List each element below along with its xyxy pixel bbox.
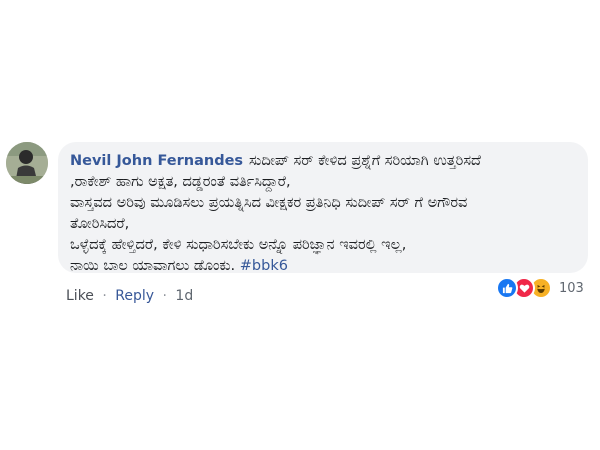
comment-text: ,ರಾಕೇಶ್ ಹಾಗು ಅಕ್ಷತ, ದಡ್ಡರಂತೆ ವರ್ತಿಸಿದ್ದಾ… bbox=[70, 174, 291, 190]
comment-text: ಒಳ್ಳೆದಕ್ಕೆ ಹೇಳ್ತಿದರೆ, ಕೇಳಿ ಸುಧಾರಿಸಬೇಕು ಅ… bbox=[70, 237, 407, 253]
hashtag-link[interactable]: #bbk6 bbox=[240, 258, 288, 274]
separator: · bbox=[162, 288, 167, 304]
comment-line: Nevil John Fernandes ಸುದೀಪ್ ಸರ್ ಕೇಳಿದ ಪ್ರ… bbox=[70, 151, 576, 172]
comment-line: ನಾಯಿ ಬಾಲ ಯಾವಾಗಲು ಡೊಂಕು. #bbk6 bbox=[70, 256, 576, 277]
profile-photo-icon bbox=[6, 142, 48, 184]
separator: · bbox=[102, 288, 107, 304]
comment-text: ವಾಸ್ತವದ ಅರಿವು ಮೂಡಿಸಲು ಪ್ರಯತ್ನಿಸಿದ ವೀಕ್ಷಕ… bbox=[70, 195, 468, 211]
comment-text: ನಾಯಿ ಬಾಲ ಯಾವಾಗಲು ಡೊಂಕು. bbox=[70, 258, 236, 274]
comment-text: ತೋರಿಸಿದರೆ, bbox=[70, 216, 130, 232]
timestamp[interactable]: 1d bbox=[175, 288, 193, 304]
comment-bubble: Nevil John Fernandes ಸುದೀಪ್ ಸರ್ ಕೇಳಿದ ಪ್ರ… bbox=[58, 142, 588, 274]
comment-actions: Like · Reply · 1d bbox=[66, 288, 193, 304]
author-name[interactable]: Nevil John Fernandes bbox=[70, 153, 243, 169]
reply-link[interactable]: Reply bbox=[115, 288, 154, 304]
comment-text: ಸುದೀಪ್ ಸರ್ ಕೇಳಿದ ಪ್ರಶ್ನೆಗೆ ಸರಿಯಾಗಿ ಉತ್ತರ… bbox=[249, 153, 481, 169]
reaction-summary[interactable]: 103 bbox=[496, 277, 584, 299]
reaction-count: 103 bbox=[559, 280, 584, 296]
like-icon bbox=[496, 277, 518, 299]
avatar[interactable] bbox=[6, 142, 48, 184]
like-link[interactable]: Like bbox=[66, 288, 94, 304]
